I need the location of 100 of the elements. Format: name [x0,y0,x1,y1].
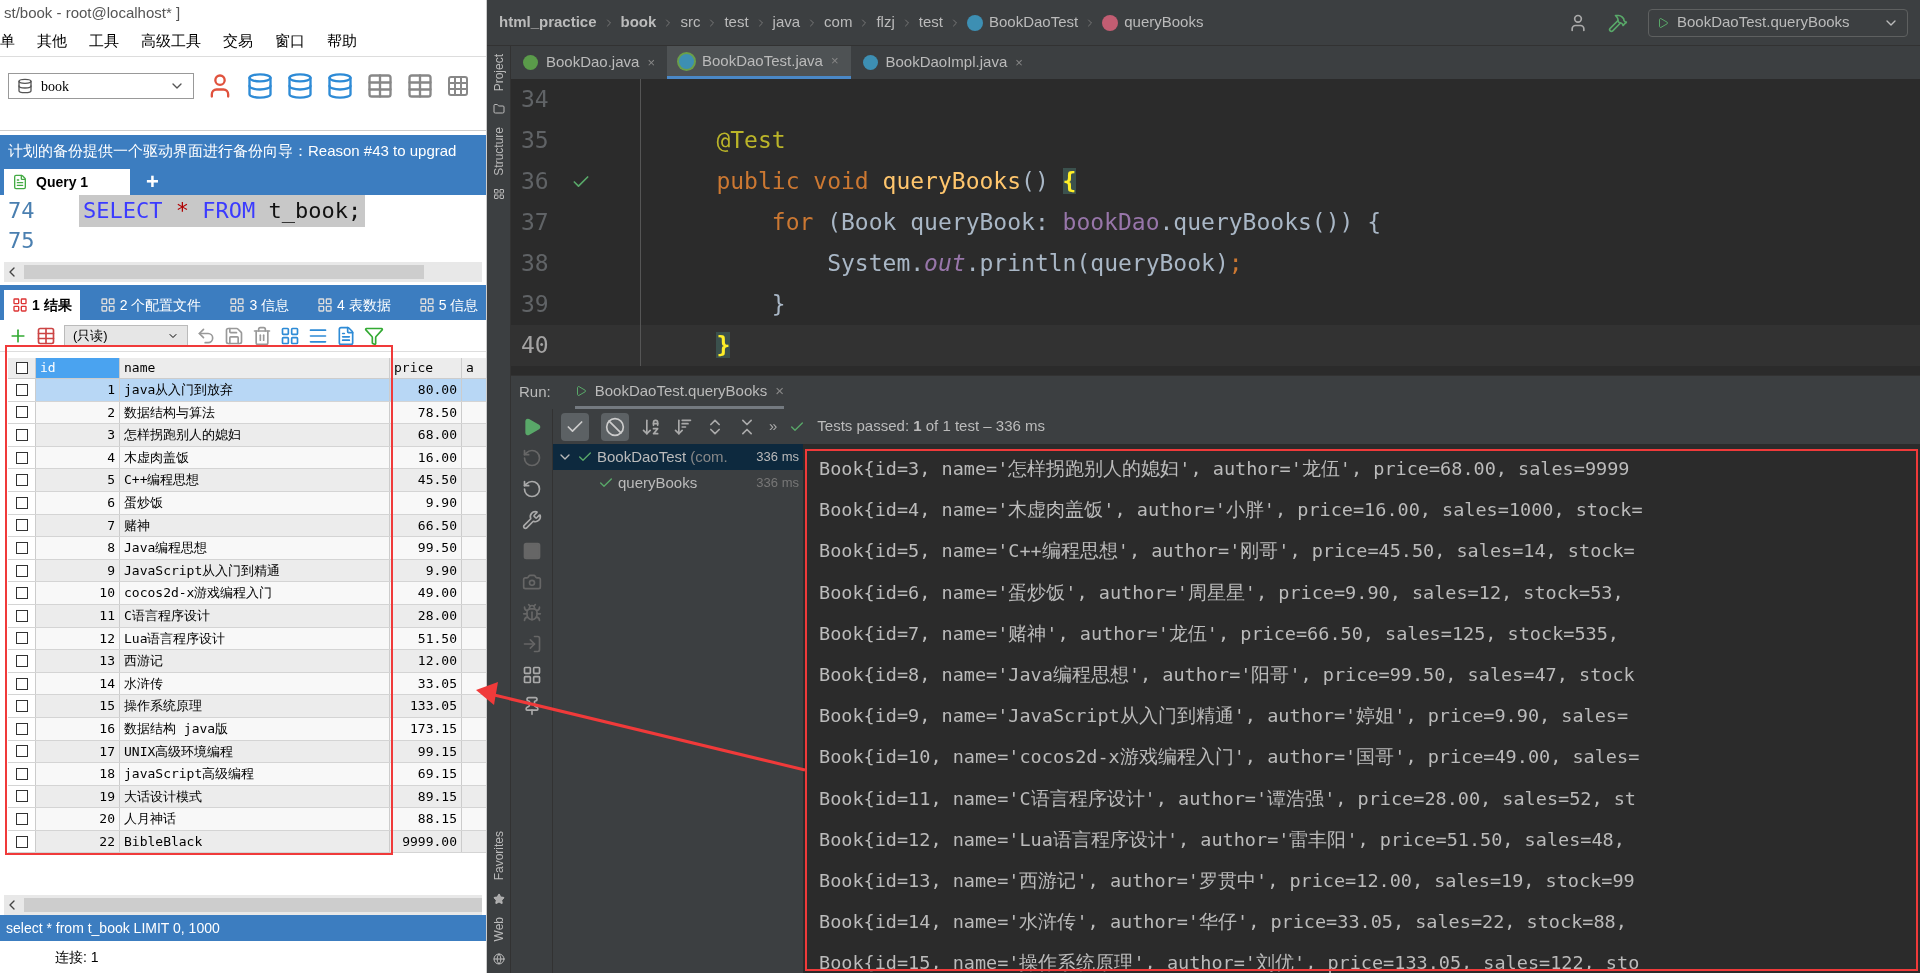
breadcrumb[interactable]: test [724,11,749,34]
editor-tab[interactable]: BookDao.java × [511,46,667,79]
row-checkbox[interactable] [15,813,28,826]
row-checkbox[interactable] [15,790,28,803]
breadcrumb[interactable]: src [680,11,701,34]
code-line: public void queryBooks() { [715,167,1077,197]
database-sync-icon[interactable] [326,72,354,100]
grid-view-icon[interactable] [280,325,300,346]
save-icon[interactable] [224,325,244,346]
mode-select[interactable]: (只读) [64,324,188,347]
select-all-checkbox[interactable] [15,362,28,374]
line-number: 35 [520,126,550,156]
row-checkbox[interactable] [15,541,28,554]
row-checkbox[interactable] [15,654,28,667]
text-view-icon[interactable] [336,325,356,346]
more-icon[interactable]: » [769,415,778,438]
table-cell: 45.50 [389,469,461,491]
breadcrumb[interactable]: book [620,11,657,34]
wrench-icon[interactable] [521,510,542,530]
breadcrumb[interactable]: com [824,11,853,34]
row-checkbox[interactable] [15,406,28,419]
database-upload-icon[interactable] [286,72,314,100]
scrollbar-thumb[interactable] [24,898,482,912]
filter-icon[interactable] [364,325,384,346]
row-checkbox[interactable] [15,835,28,848]
table-icon[interactable] [36,325,56,346]
tool-window-label[interactable]: Favorites [489,831,508,881]
passed-filter-icon[interactable] [561,412,589,441]
breadcrumb[interactable]: queryBooks [1124,11,1204,34]
row-checkbox[interactable] [15,564,28,577]
tool-window-label[interactable]: Structure [489,127,508,177]
editor-tab[interactable]: BookDaoTest.java × [667,46,851,79]
row-checkbox[interactable] [15,700,28,713]
test-tree-item[interactable]: BookDaoTest (com. 336 ms [553,444,803,470]
import-icon[interactable] [196,325,216,346]
menu-item[interactable]: 高级工具 [141,30,201,53]
table-cell: 18 [35,763,119,785]
grid-icon[interactable] [446,74,470,98]
table-cell: C++编程思想 [119,469,389,491]
table-cell: 173.15 [389,717,461,740]
tool-window-label[interactable]: Web [489,916,508,941]
line-number: 74 [7,196,36,225]
tool-window-label[interactable]: Project [489,54,508,92]
scrollbar-thumb[interactable] [24,265,424,279]
result-tab[interactable]: 5 信息 [410,290,487,320]
query-tab[interactable]: Query 1 [4,169,130,195]
ignored-filter-icon[interactable] [601,412,629,441]
breadcrumb[interactable]: test [918,11,943,34]
breadcrumb[interactable]: flzj [876,11,895,34]
result-tab[interactable]: 2 个配置文件 [91,290,210,320]
row-checkbox[interactable] [15,496,28,509]
database-select[interactable]: book [8,73,194,99]
console-line: Book{id=11, name='C语言程序设计', author='谭浩强', price=28.00, sales=52, st [819,786,1636,811]
console-line: Book{id=4, name='木虚肉盖饭', author='小胖', price=16.00, sales=1000, stock= [819,498,1643,523]
delete-icon[interactable] [252,325,272,346]
console-line: Book{id=14, name='水浒传', author='华仔', price=33.05, sales=22, stock=88, [819,910,1627,935]
column-header[interactable]: price [389,358,461,378]
row-checkbox[interactable] [15,609,28,622]
table-cell: 水浒传 [119,672,389,695]
table-icon[interactable] [366,72,394,100]
menu-item[interactable]: 工具 [89,30,119,53]
row-checkbox[interactable] [15,632,28,645]
row-checkbox[interactable] [15,474,28,487]
menu-item[interactable]: 窗口 [275,30,305,53]
layout-icon[interactable] [521,665,542,685]
result-tab[interactable]: 4 表数据 [309,290,399,320]
row-checkbox[interactable] [15,767,28,780]
add-tab-button[interactable]: + [146,169,159,195]
menu-item[interactable]: 帮助 [327,30,357,53]
test-tree-item[interactable]: queryBooks 336 ms [553,470,803,496]
column-header[interactable]: a [461,358,481,378]
editor-tab[interactable]: BookDaoImpl.java × [850,46,1035,79]
tab-icon [99,297,116,313]
breadcrumb[interactable]: BookDaoTest [989,11,1079,34]
menu-item[interactable]: 单 [0,30,15,53]
row-checkbox[interactable] [15,451,28,464]
database-download-icon[interactable] [246,72,274,100]
menu-item[interactable]: 其他 [37,30,67,53]
table-cell: C语言程序设计 [119,604,389,627]
row-checkbox[interactable] [15,383,28,396]
star-icon [492,892,505,905]
result-tab[interactable]: 1 结果 [4,290,80,320]
table-cell: 数据结构 java版 [119,717,389,740]
row-checkbox[interactable] [15,745,28,758]
menu-item[interactable]: 交易 [223,30,253,53]
breadcrumb[interactable]: java [772,11,801,34]
table-icon[interactable] [406,72,434,100]
row-checkbox[interactable] [15,519,28,532]
row-checkbox[interactable] [15,429,28,441]
hammer-icon[interactable] [1608,12,1628,33]
row-checkbox[interactable] [15,587,28,600]
column-header[interactable]: name [119,358,389,378]
row-checkbox[interactable] [15,677,28,690]
result-tab[interactable]: 3 信息 [221,290,298,320]
breadcrumb[interactable]: html_practice [499,11,597,34]
row-checkbox[interactable] [15,722,28,735]
user-icon[interactable] [1568,12,1588,33]
table-cell: 赌神 [119,514,389,537]
table-cell: 4 [35,446,119,469]
run-config-select[interactable]: BookDaoTest.queryBooks [1648,8,1908,37]
